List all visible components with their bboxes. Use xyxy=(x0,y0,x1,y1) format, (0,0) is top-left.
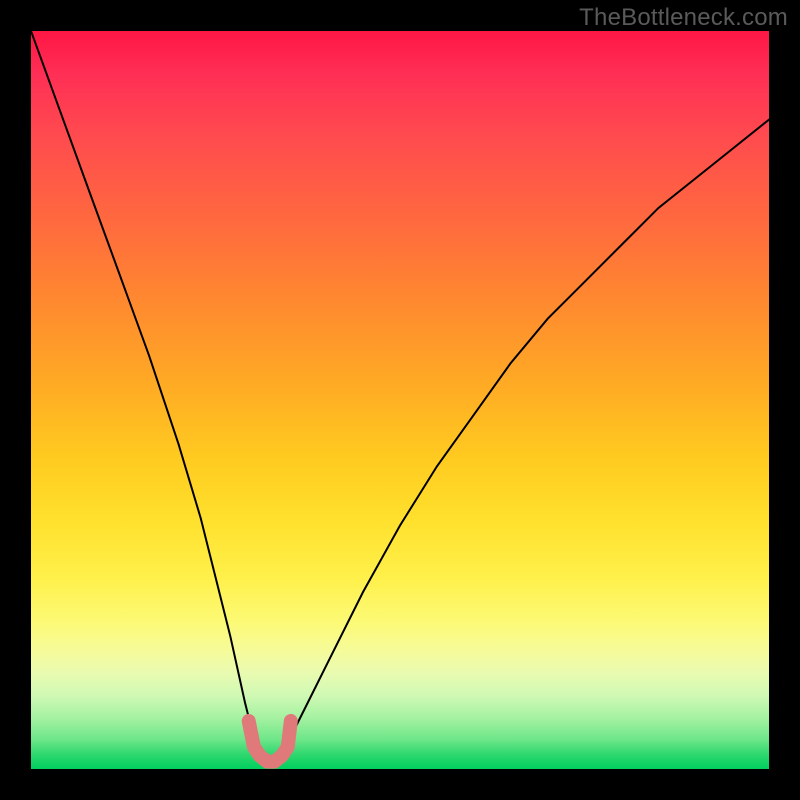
plot-area xyxy=(31,31,769,769)
curve-svg xyxy=(31,31,769,769)
bottleneck-curve xyxy=(31,31,769,762)
watermark-text: TheBottleneck.com xyxy=(579,4,788,32)
optimal-range-highlight xyxy=(249,721,291,762)
chart-container: TheBottleneck.com xyxy=(0,0,800,800)
